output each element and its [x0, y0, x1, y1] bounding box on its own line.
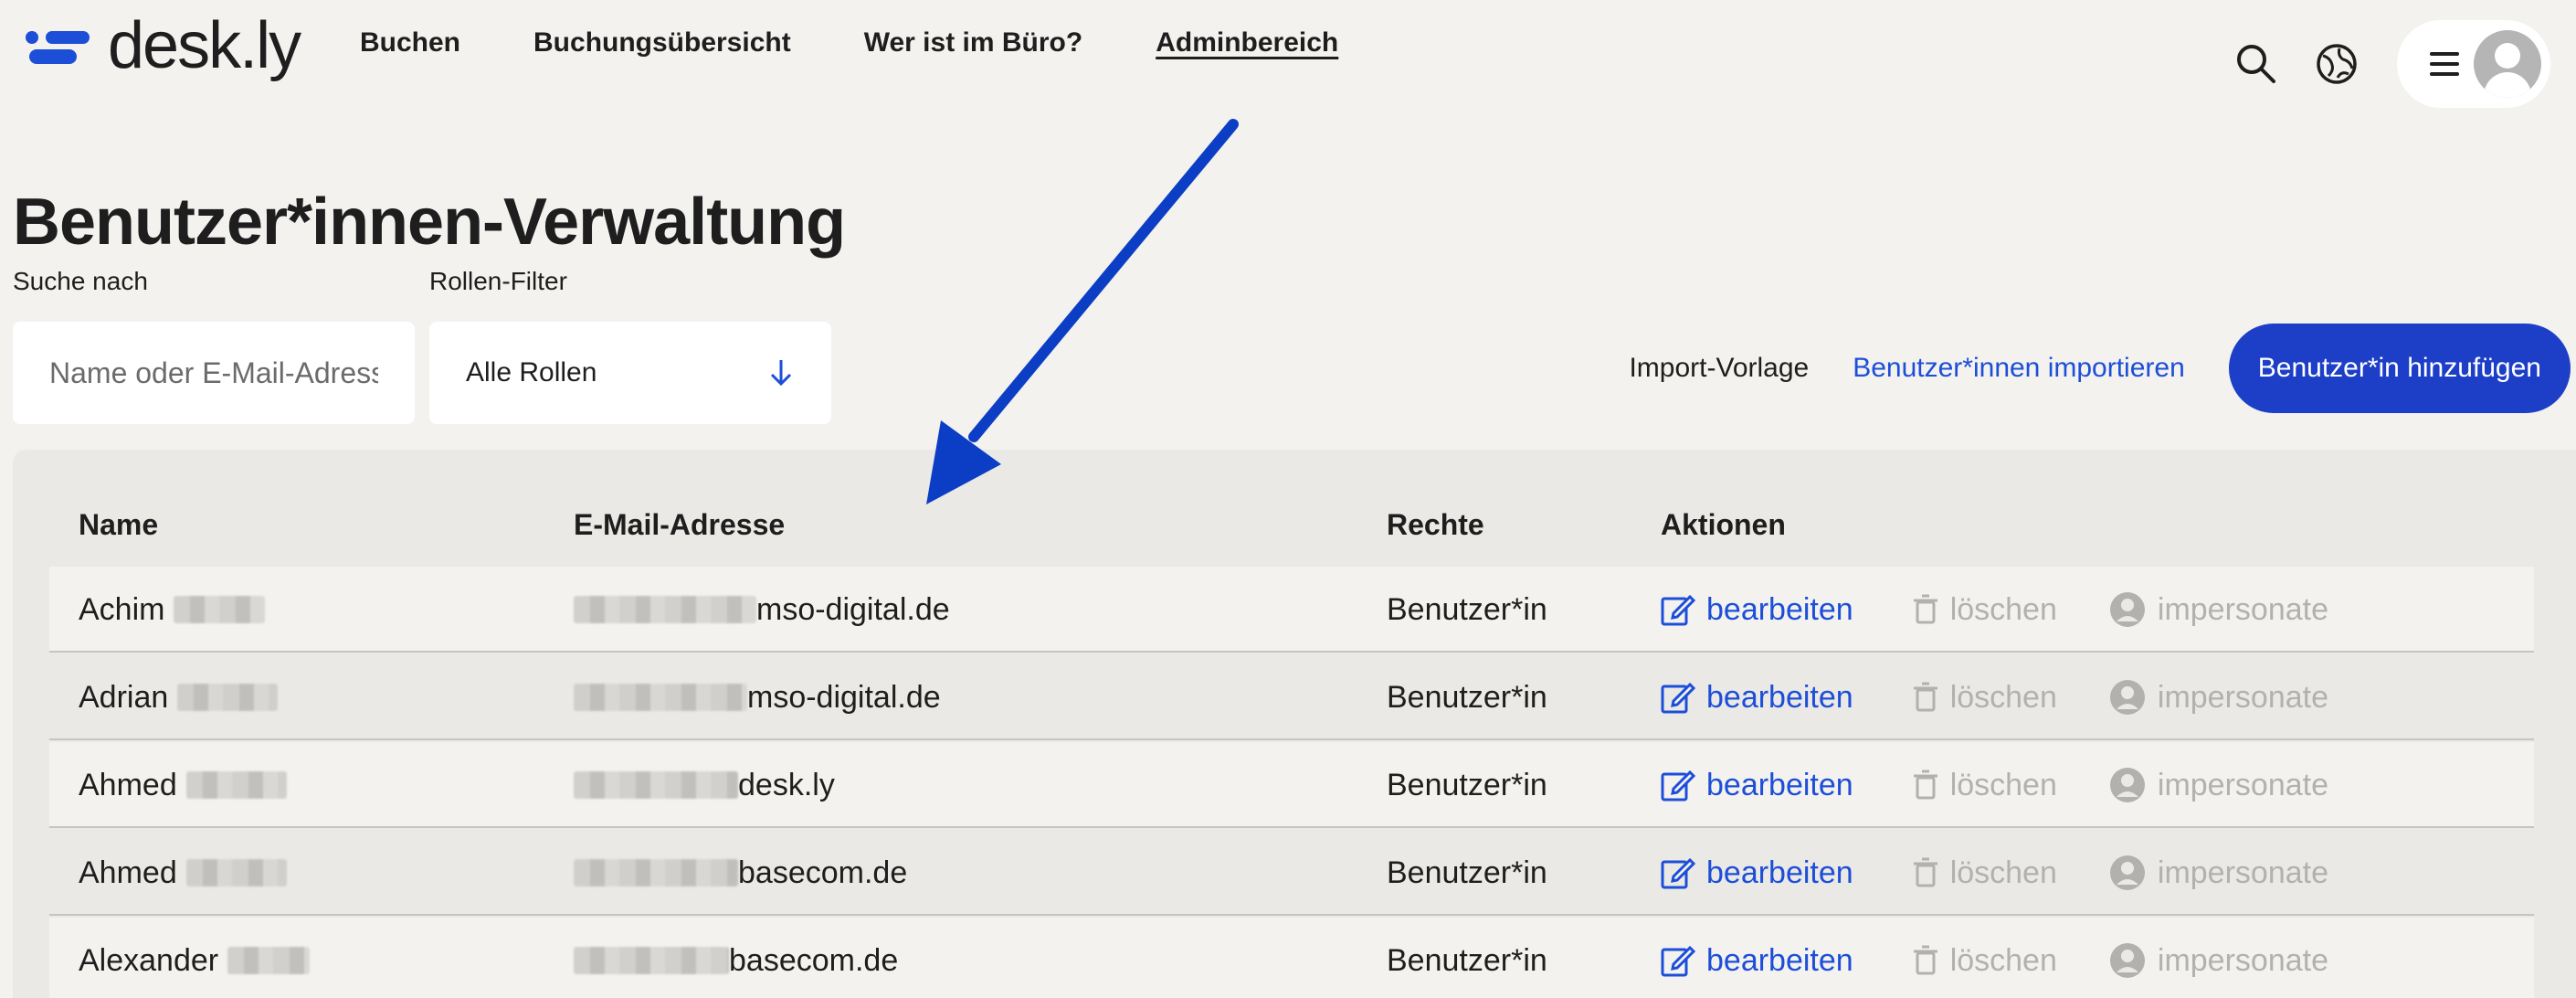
annotation-arrow-icon — [926, 119, 1239, 504]
